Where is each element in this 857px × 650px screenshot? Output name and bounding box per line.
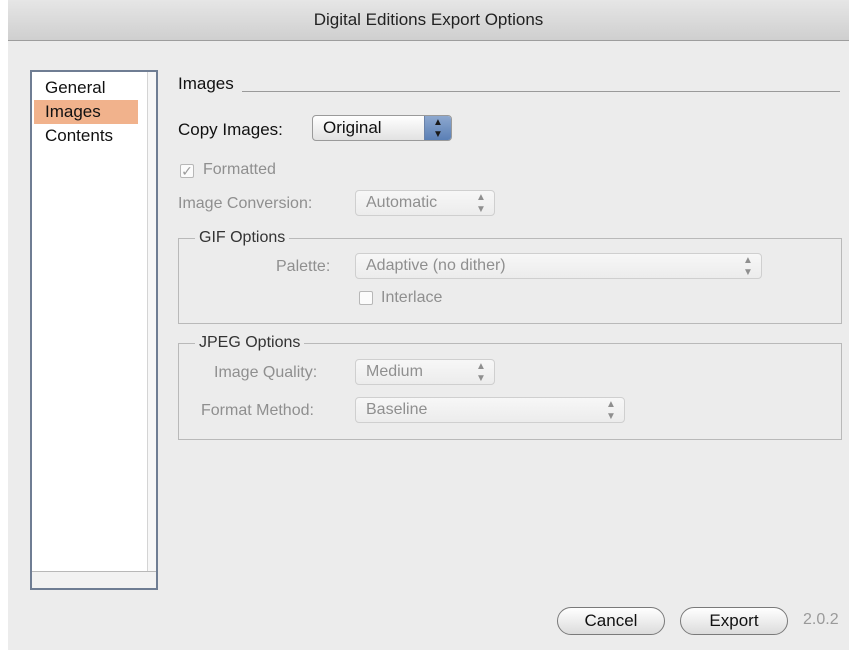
sidebar-item-contents[interactable]: Contents: [34, 124, 138, 148]
cancel-button[interactable]: Cancel: [557, 607, 665, 635]
category-list[interactable]: General Images Contents: [30, 70, 158, 590]
up-down-arrows-icon: ▲ ▼: [424, 116, 451, 140]
format-method-popup[interactable]: Baseline ▲ ▼: [355, 397, 625, 423]
up-down-arrows-icon: ▲ ▼: [743, 255, 753, 278]
checkmark-icon: ✓: [181, 163, 193, 179]
sidebar-item-general[interactable]: General: [34, 76, 138, 100]
jpeg-options-group: [178, 343, 842, 440]
sidebar-vertical-scrollbar[interactable]: [147, 72, 156, 572]
export-options-dialog: Digital Editions Export Options General …: [8, 0, 849, 650]
formatted-checkbox[interactable]: ✓: [180, 164, 194, 178]
palette-popup[interactable]: Adaptive (no dither) ▲ ▼: [355, 253, 762, 279]
export-button[interactable]: Export: [680, 607, 788, 635]
format-method-value: Baseline: [366, 401, 428, 418]
jpeg-options-title: JPEG Options: [195, 334, 305, 352]
sidebar-item-images[interactable]: Images: [34, 100, 138, 124]
palette-value: Adaptive (no dither): [366, 257, 506, 274]
formatted-label: Formatted: [203, 161, 276, 178]
image-quality-label: Image Quality:: [214, 364, 318, 381]
up-down-arrows-icon: ▲ ▼: [606, 399, 616, 422]
gif-options-group: [178, 238, 842, 324]
image-quality-popup[interactable]: Medium ▲ ▼: [355, 359, 495, 385]
window-title: Digital Editions Export Options: [8, 0, 849, 41]
sidebar-horizontal-scrollbar[interactable]: [32, 571, 156, 588]
image-conversion-value: Automatic: [366, 194, 438, 211]
palette-label: Palette:: [276, 258, 331, 275]
copy-images-label: Copy Images:: [178, 120, 283, 139]
copy-images-value: Original: [323, 118, 382, 137]
section-divider: [242, 91, 840, 92]
version-label: 2.0.2: [803, 611, 839, 628]
interlace-checkbox[interactable]: [359, 291, 373, 305]
image-conversion-popup[interactable]: Automatic ▲ ▼: [355, 190, 495, 216]
interlace-label: Interlace: [381, 289, 443, 306]
image-quality-value: Medium: [366, 363, 423, 380]
gif-options-title: GIF Options: [195, 229, 290, 247]
section-title: Images: [178, 74, 234, 93]
up-down-arrows-icon: ▲ ▼: [476, 361, 486, 384]
format-method-label: Format Method:: [201, 402, 314, 419]
up-down-arrows-icon: ▲ ▼: [476, 192, 486, 215]
image-conversion-label: Image Conversion:: [178, 195, 313, 212]
copy-images-popup[interactable]: Original ▲ ▼: [312, 115, 452, 141]
